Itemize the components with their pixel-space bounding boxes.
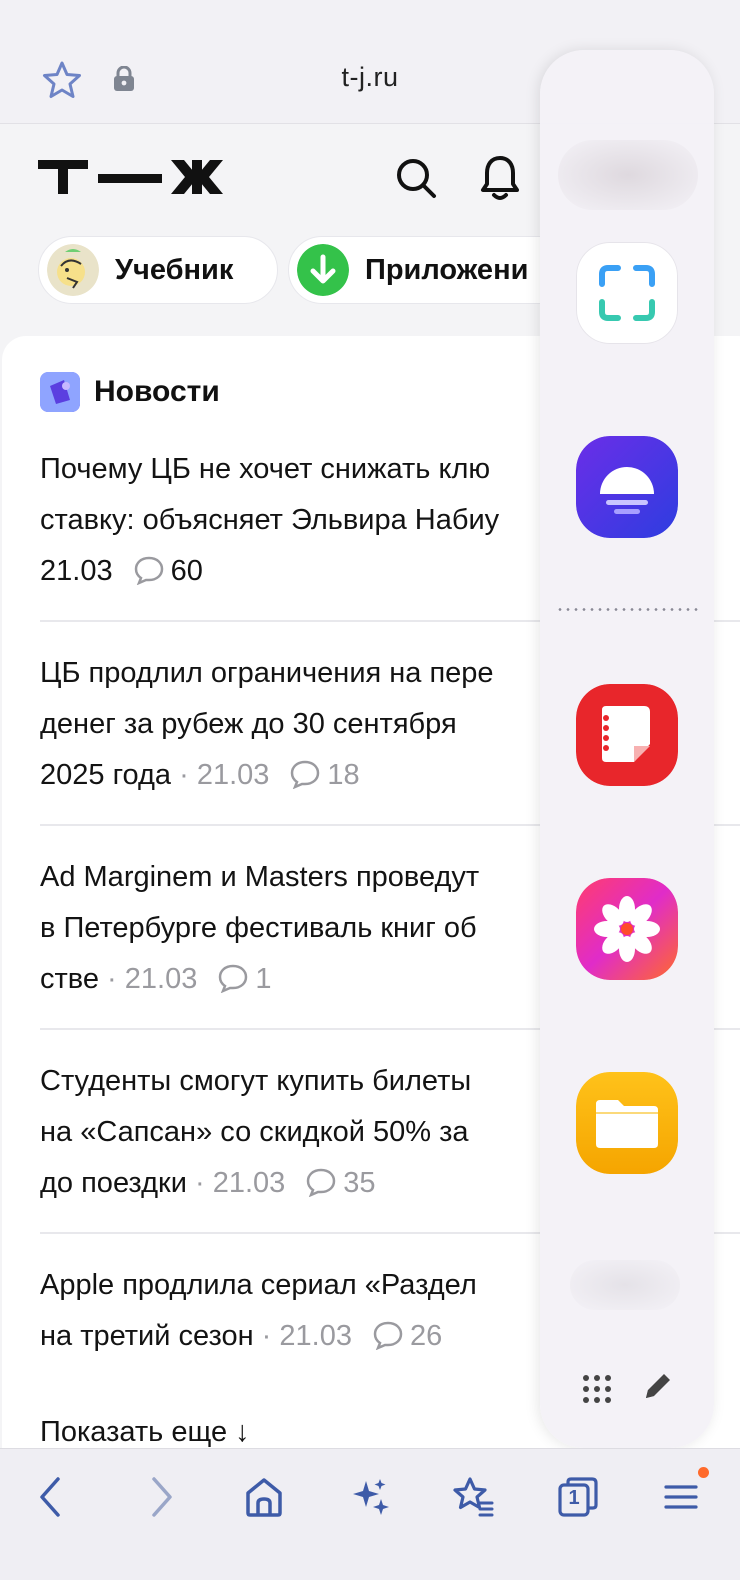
browser-toolbar: 1 [0,1448,740,1580]
comment-icon [134,556,163,585]
menu-notification-dot [698,1467,709,1478]
gallery-app-icon[interactable] [576,878,678,980]
news-title-line: на третий сезон [40,1320,254,1352]
edge-blur-item [558,140,698,210]
edge-divider [556,608,700,611]
news-title-line: 2025 года [40,759,172,791]
menu-button[interactable] [658,1467,709,1521]
notes-app-icon[interactable] [576,684,678,786]
show-more-link[interactable]: Показать еще ↓ [40,1416,250,1449]
files-app-icon[interactable] [576,1072,678,1174]
news-comments-count: 35 [343,1167,376,1199]
bixby-app-icon[interactable] [576,436,678,538]
back-arrow-icon[interactable] [28,1473,76,1521]
news-icon [40,372,80,412]
news-section-header: Новости [40,372,220,412]
news-date: 21.03 [279,1320,352,1352]
news-date: 21.03 [196,759,270,791]
comment-icon [291,760,320,789]
news-title-line: стве [40,963,99,995]
tabs-count: 1 [568,1487,580,1509]
all-apps-grid-icon[interactable] [580,1372,614,1406]
news-comments-count: 60 [170,555,203,587]
edit-pencil-icon[interactable] [640,1368,676,1404]
chip-label: Учебник [115,253,234,286]
news-date: 21.03 [212,1167,286,1199]
comment-icon [307,1168,336,1197]
news-comments-count: 1 [255,963,272,995]
edge-panel [540,50,714,1448]
forward-arrow-icon[interactable] [136,1473,184,1521]
news-title-line: до поездки [40,1167,187,1199]
tj-logo[interactable] [38,158,230,198]
tabs-button[interactable]: 1 [554,1473,602,1521]
bookmarks-star-list-icon[interactable] [450,1473,498,1521]
chip-textbook[interactable]: Учебник [38,236,278,304]
search-icon[interactable] [394,156,438,200]
notifications-bell-icon[interactable] [478,154,522,202]
edge-blur-item [570,1260,680,1310]
hamburger-menu-icon [664,1485,698,1509]
news-date: 21.03 [124,963,198,995]
news-date: 21.03 [40,555,113,587]
textbook-icon [47,244,99,296]
news-comments-count: 26 [409,1320,443,1352]
home-icon[interactable] [240,1473,288,1521]
comment-icon [219,964,248,993]
ai-sparkle-icon[interactable] [346,1473,394,1521]
comment-icon [373,1321,403,1350]
news-section-title: Новости [94,375,220,408]
news-comments-count: 18 [327,759,360,791]
chip-label: Приложени [365,253,529,286]
screenshot-app-icon[interactable] [576,242,678,344]
download-arrow-icon [297,244,349,296]
